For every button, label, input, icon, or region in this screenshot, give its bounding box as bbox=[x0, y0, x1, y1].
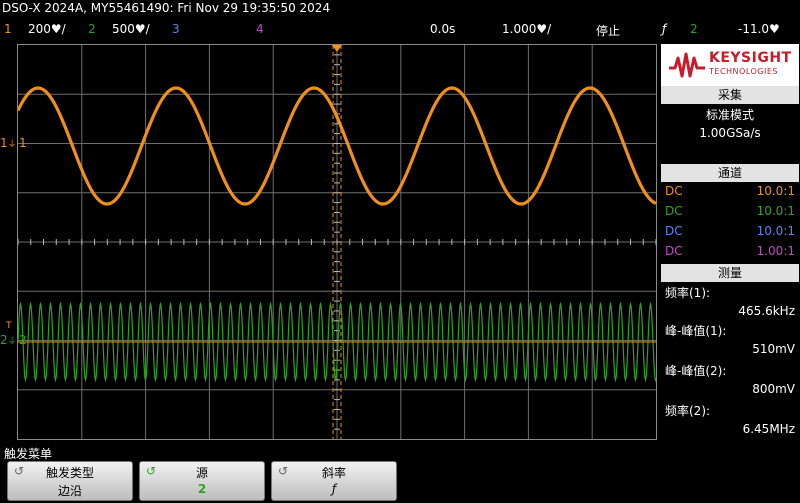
ch4-probe: 1.00:1 bbox=[756, 244, 795, 258]
channel-row-1: DC 10.0:1 bbox=[665, 182, 795, 200]
ch2-coupling: DC bbox=[665, 204, 683, 218]
sample-rate: 1.00GSa/s bbox=[699, 126, 761, 140]
meas-value-4: 6.45MHz bbox=[665, 420, 795, 438]
ch1-ground-marker[interactable]: 1⏚ bbox=[0, 136, 17, 150]
ch4-number[interactable]: 4 bbox=[256, 22, 264, 36]
meas-freq2-value: 6.45MHz bbox=[742, 422, 795, 436]
meas-vpp1-value: 510mV bbox=[752, 342, 795, 356]
ch2-scale: 500♥/ bbox=[112, 22, 150, 36]
waveform-grid bbox=[18, 45, 657, 439]
meas-vpp2-label: 峰-峰值(2): bbox=[665, 364, 727, 378]
ch2-marker-label: 2 bbox=[0, 333, 8, 347]
time-delay: 0.0s bbox=[430, 22, 456, 36]
trigger-type-value: 边沿 bbox=[57, 484, 82, 498]
trigger-slope-label: 斜率 bbox=[321, 466, 346, 480]
meas-value-1: 465.6kHz bbox=[665, 302, 795, 320]
meas-label-3: 峰-峰值(2): bbox=[665, 362, 795, 380]
ch1-marker-label: 1 bbox=[0, 136, 8, 150]
meas-value-3: 800mV bbox=[665, 380, 795, 398]
trigger-type-label: 触发类型 bbox=[45, 466, 94, 480]
time-scale: 1.000♥/ bbox=[502, 22, 552, 36]
menu-title: 触发菜单 bbox=[4, 447, 53, 461]
channels-section: DC 10.0:1 DC 10.0:1 DC 10.0:1 DC 1.00:1 bbox=[661, 182, 799, 262]
brand-tagline: TECHNOLOGIES bbox=[709, 67, 778, 76]
ch3-number[interactable]: 3 bbox=[172, 22, 180, 36]
trigger-source: 2 bbox=[690, 22, 698, 36]
trigger-slope-value: ƒ bbox=[331, 482, 337, 496]
meas-freq2-label: 频率(2): bbox=[665, 404, 711, 418]
meas-freq1-value: 465.6kHz bbox=[738, 304, 795, 318]
trigger-source-value: 2 bbox=[197, 482, 207, 496]
channel-row-3: DC 10.0:1 bbox=[665, 222, 795, 240]
waveform-display[interactable] bbox=[17, 44, 657, 440]
ch4-coupling: DC bbox=[665, 244, 683, 258]
meas-value-2: 510mV bbox=[665, 340, 795, 358]
channels-header[interactable]: 通道 bbox=[661, 164, 799, 182]
ch1-number[interactable]: 1 bbox=[4, 22, 12, 36]
ch2-number[interactable]: 2 bbox=[88, 22, 96, 36]
meas-freq1-label: 频率(1): bbox=[665, 286, 711, 300]
acquisition-mode: 标准模式 bbox=[705, 108, 754, 122]
ch2-probe: 10.0:1 bbox=[756, 204, 795, 218]
ch1-probe: 10.0:1 bbox=[756, 184, 795, 198]
brand-name: KEYSIGHT bbox=[709, 50, 792, 66]
meas-vpp1-label: 峰-峰值(1): bbox=[665, 324, 727, 338]
run-state: 停止 bbox=[596, 24, 621, 38]
channel-row-2: DC 10.0:1 bbox=[665, 202, 795, 220]
meas-label-2: 峰-峰值(1): bbox=[665, 322, 795, 340]
trigger-source-button[interactable]: ↺ 源 2 bbox=[139, 461, 265, 501]
ch3-probe: 10.0:1 bbox=[756, 224, 795, 238]
meas-label-1: 频率(1): bbox=[665, 284, 795, 302]
meas-label-4: 频率(2): bbox=[665, 402, 795, 420]
meas-vpp2-value: 800mV bbox=[752, 382, 795, 396]
acquisition-section: 标准模式 1.00GSa/s bbox=[661, 104, 799, 162]
ch2-ground-label: 2 bbox=[19, 333, 27, 347]
channel-row-4: DC 1.00:1 bbox=[665, 242, 795, 260]
ch2-ground-marker[interactable]: 2⏚ bbox=[0, 333, 17, 347]
measurements-section: 频率(1): 465.6kHz 峰-峰值(1): 510mV 峰-峰值(2): … bbox=[661, 282, 799, 440]
keysight-logo: KEYSIGHT TECHNOLOGIES bbox=[661, 44, 799, 86]
trigger-level-marker[interactable]: T bbox=[6, 321, 12, 331]
acquisition-header[interactable]: 采集 bbox=[661, 86, 799, 104]
ch3-coupling: DC bbox=[665, 224, 683, 238]
softkey-bar: 触发菜单 ↺ 触发类型 边沿 ↺ 源 2 ↺ 斜率 ƒ bbox=[0, 445, 800, 503]
ch1-coupling: DC bbox=[665, 184, 683, 198]
trigger-slope-button[interactable]: ↺ 斜率 ƒ bbox=[271, 461, 397, 501]
channel-status-bar: 1 200♥/ 2 500♥/ 3 4 0.0s 1.000♥/ 停止 ƒ 2 … bbox=[0, 22, 800, 42]
rising-edge-icon: ƒ bbox=[662, 22, 667, 36]
keysight-wave-icon bbox=[669, 52, 705, 78]
window-title: DSO-X 2024A, MY55461490: Fri Nov 29 19:3… bbox=[2, 1, 331, 15]
measurements-header[interactable]: 测量 bbox=[661, 264, 799, 282]
ch1-ground-label: 1 bbox=[19, 136, 27, 150]
ch1-scale: 200♥/ bbox=[28, 22, 66, 36]
trigger-type-button[interactable]: ↺ 触发类型 边沿 bbox=[7, 461, 133, 501]
trigger-source-label: 源 bbox=[195, 466, 208, 480]
trigger-level: -11.0♥ bbox=[738, 22, 780, 36]
